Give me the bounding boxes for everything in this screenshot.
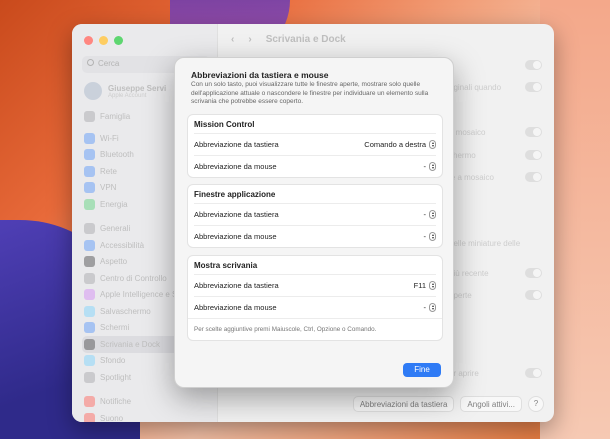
done-button[interactable]: Fine <box>403 363 441 377</box>
group-mission-control: Mission Control Abbreviazione da tastier… <box>187 114 443 178</box>
chevron-updown-icon <box>429 162 436 171</box>
popup-value: F11 <box>413 281 426 290</box>
popup-value: Comando a destra <box>364 140 426 149</box>
chevron-updown-icon <box>429 140 436 149</box>
shortcut-popup[interactable]: - <box>423 232 436 241</box>
row-label: Abbreviazione da mouse <box>194 162 277 171</box>
shortcut-popup[interactable]: - <box>423 303 436 312</box>
shortcut-popup[interactable]: Comando a destra <box>364 140 436 149</box>
chevron-updown-icon <box>429 303 436 312</box>
popup-value: - <box>423 232 427 241</box>
shortcut-popup[interactable]: - <box>423 162 436 171</box>
popup-value: - <box>423 162 427 171</box>
popup-value: - <box>423 303 427 312</box>
shortcut-popup[interactable]: F11 <box>414 281 436 290</box>
settings-row: Abbreviazione da mouse - <box>194 225 436 247</box>
popup-value: - <box>423 210 427 219</box>
sheet-description: Con un solo tasto, puoi visualizzare tut… <box>191 81 429 105</box>
settings-row: Abbreviazione da tastiera - <box>194 203 436 225</box>
modifier-hint: Per scelte aggiuntive premi Maiuscole, C… <box>188 318 442 340</box>
row-label: Abbreviazione da mouse <box>194 232 277 241</box>
settings-row: Abbreviazione da mouse - <box>194 155 436 177</box>
shortcuts-sheet: Abbreviazioni da tastiera e mouse Con un… <box>174 57 454 388</box>
sheet-title: Abbreviazioni da tastiera e mouse <box>191 70 329 80</box>
shortcut-popup[interactable]: - <box>423 210 436 219</box>
group-title: Mostra scrivania <box>194 261 258 270</box>
chevron-updown-icon <box>429 210 436 219</box>
settings-row: Abbreviazione da mouse - <box>194 296 436 318</box>
group-title: Mission Control <box>194 120 255 129</box>
group-app-windows: Finestre applicazione Abbreviazione da t… <box>187 184 443 248</box>
row-label: Abbreviazione da tastiera <box>194 281 279 290</box>
group-title: Finestre applicazione <box>194 190 276 199</box>
row-label: Abbreviazione da tastiera <box>194 140 279 149</box>
chevron-updown-icon <box>429 232 436 241</box>
group-show-desktop: Mostra scrivania Abbreviazione da tastie… <box>187 255 443 341</box>
row-label: Abbreviazione da tastiera <box>194 210 279 219</box>
settings-row: Abbreviazione da tastiera Comando a dest… <box>194 133 436 155</box>
chevron-updown-icon <box>429 281 436 290</box>
settings-row: Abbreviazione da tastiera F11 <box>194 274 436 296</box>
row-label: Abbreviazione da mouse <box>194 303 277 312</box>
